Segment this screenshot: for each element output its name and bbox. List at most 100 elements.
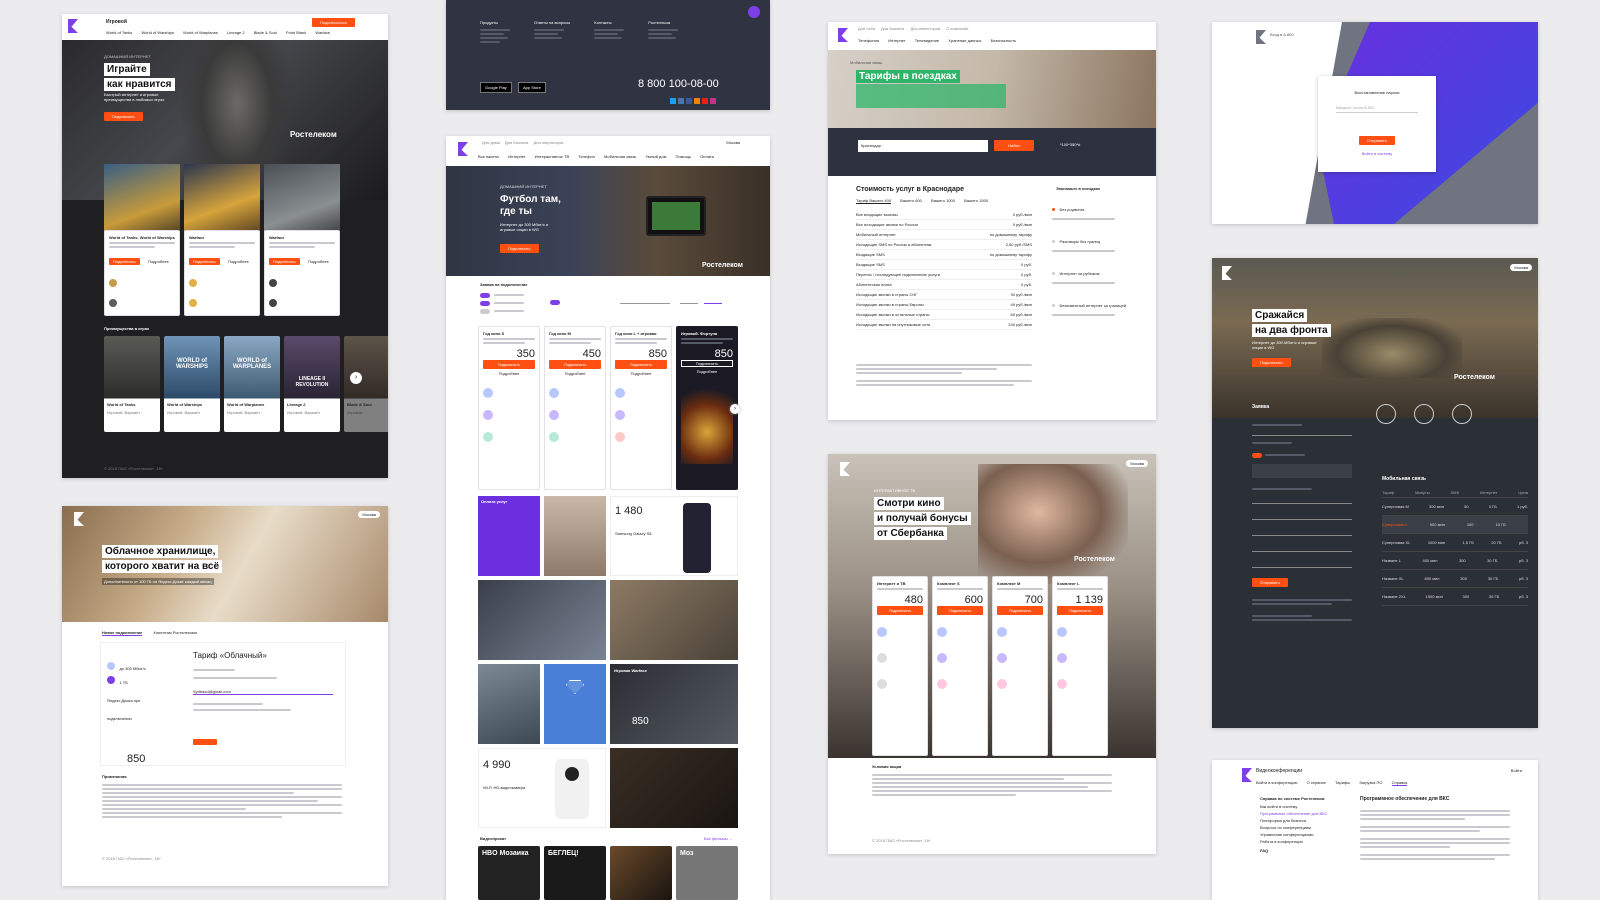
toggle-switch[interactable] [550,300,560,305]
game-offer-button[interactable]: Подключить [109,258,140,265]
game-offer-more-link[interactable]: Подробнее [148,259,169,264]
region-badge[interactable]: Москва [1126,460,1148,467]
rostelecom-logo-icon[interactable] [838,28,848,42]
main-nav-item[interactable]: Мобильная связь [604,154,636,159]
main-nav-item[interactable]: Умный дом [646,154,667,159]
email-field[interactable]: Sydbasd@gmail.com [193,689,333,695]
ok-icon[interactable] [694,98,700,104]
tanks-submit-button[interactable]: Отправить [1252,578,1288,587]
tariff-tab[interactable]: Тариф Вашего 400 [856,198,892,204]
tab-new-connection[interactable]: Новое подключение [102,630,143,636]
youtube-icon[interactable] [702,98,708,104]
address-field[interactable] [620,296,670,304]
city-search-input[interactable]: Краснодар [858,140,988,152]
kino-connect-button[interactable]: Подключить [1057,606,1103,615]
video-poster[interactable] [610,846,672,900]
advantage-poster[interactable]: WORLD of WARSHIPS World of Warships Игро… [164,336,220,432]
topnav-item[interactable]: Для инвесторов [910,26,940,31]
kino-connect-button[interactable]: Подключить [937,606,983,615]
mobile-table-row-selected[interactable]: Суперновая L 500 мин 100 10 ГБ [1382,516,1528,534]
instagram-icon[interactable] [710,98,716,104]
side-item[interactable]: Безлимитный интернет за границей [1059,303,1126,308]
tariff-more-link[interactable]: Подробнее [549,371,601,376]
travel-nav-item[interactable]: Интернет [888,38,905,43]
tariff-select[interactable] [1252,430,1352,436]
region-badge[interactable]: Москва [358,511,380,518]
tile-hand-phone[interactable] [478,580,606,660]
date-field[interactable] [1252,562,1352,568]
toggle-switch[interactable] [480,300,490,306]
app-store-badge[interactable]: App Store [518,82,546,93]
google-play-badge[interactable]: Google Play [480,82,512,93]
vks-nav-item[interactable]: Войти в конференцию [1256,780,1297,785]
rostelecom-logo-icon[interactable] [68,19,78,33]
video-all-link[interactable]: Все фильмы → [704,836,733,841]
main-hero-button[interactable]: Подключить [500,244,539,253]
tile-room[interactable] [610,580,738,660]
games-nav-item[interactable]: Lineage 2 [227,30,245,35]
tile-child-photo[interactable] [544,496,606,576]
tariff-more-link[interactable]: Подробнее [681,369,733,374]
main-nav-item[interactable]: Интернет [508,154,525,159]
video-poster[interactable]: Моз [676,846,738,900]
vk-icon[interactable] [678,98,684,104]
email-field[interactable] [1252,530,1352,536]
tariff-tab[interactable]: Вашего 1500 [964,198,988,203]
vks-side-item[interactable]: Платформа для бизнеса [1260,818,1346,823]
topnav-item[interactable]: Для бизнеса [505,140,528,145]
travel-nav-item[interactable]: Безопасность [991,38,1017,43]
vks-login-link[interactable]: Войти [1511,768,1522,773]
games-nav-item[interactable]: Point Blank [286,30,306,35]
main-nav-item[interactable]: Телефон [578,154,595,159]
tanks-hero-button[interactable]: Подключить [1252,358,1291,367]
games-nav-item[interactable]: Blade & Soul [254,30,277,35]
rostelecom-logo-icon[interactable] [1222,266,1232,280]
phone-field[interactable] [1252,514,1352,520]
game-offer-more-link[interactable]: Подробнее [308,259,329,264]
game-offer-button[interactable]: Подключить [269,258,300,265]
mobile-table-row[interactable]: Суперновая M 300 мин 50 3 ГБ 1 руб. [1382,498,1528,516]
topnav-item[interactable]: Для операторов [533,140,563,145]
games-connect-button[interactable]: Подключиться [312,18,355,27]
vks-side-item[interactable]: Как войти в систему [1260,804,1346,809]
topnav-item[interactable]: Для дома [482,140,500,145]
vks-nav-item[interactable]: Тарифы [1335,780,1350,785]
mobile-table-row[interactable]: Суперновая XL 1000 мин 1,5 ГБ 20 ГБ рб. 3 [1382,534,1528,552]
tariff-more-link[interactable]: Подробнее [615,371,667,376]
topnav-item[interactable]: О компании [946,26,968,31]
game-offer-button[interactable]: Подключить [189,258,220,265]
mobile-table-row[interactable]: Назване L 400 мин 300 30 ГБ рб. 3 [1382,552,1528,570]
video-poster[interactable]: HBO Мозаика [478,846,540,900]
advantage-poster[interactable]: WORLD of WARPLANES World of Warplanes Иг… [224,336,280,432]
games-nav-item[interactable]: World of Tanks [106,30,132,35]
vks-side-item[interactable]: FAQ [1260,848,1346,853]
toggle-switch[interactable] [1252,452,1262,458]
tariff-connect-button[interactable]: Подключить [615,360,667,369]
games-hero-button[interactable]: Подключить [104,112,143,121]
game-offer-more-link[interactable]: Подробнее [228,259,249,264]
vks-nav-item[interactable]: О сервисе [1307,780,1326,785]
travel-nav-item[interactable]: Хранение данных [948,38,981,43]
side-item[interactable]: Без роуминга [1059,207,1084,212]
tile-keyboard[interactable] [610,748,738,828]
tab-existing-clients[interactable]: Клиентам Ростелекома [154,630,197,635]
tariff-connect-button[interactable]: Подключить [483,360,535,369]
side-item[interactable]: Разговоры без границ [1059,239,1100,244]
tile-person[interactable] [478,664,540,744]
facebook-icon[interactable] [686,98,692,104]
toggle-switch[interactable] [480,292,490,298]
mobile-table-row[interactable]: Назване XL 800 мин 300 30 ГБ рб. 3 [1382,570,1528,588]
tariff-more-link[interactable]: Подробнее [483,371,535,376]
address-field[interactable] [1252,546,1352,552]
twitter-icon[interactable] [670,98,676,104]
toggle-switch[interactable] [480,308,490,314]
tile-phone-offer[interactable]: 1 480 Samsung Galaxy S8 [610,496,738,576]
main-nav-item[interactable]: Помощь [676,154,691,159]
topnav-item[interactable]: Для себя [858,26,875,31]
flat-field[interactable] [704,296,722,304]
rostelecom-logo-icon[interactable] [840,462,850,476]
topnav-item[interactable]: Для бизнеса [881,26,904,31]
games-nav-item[interactable]: World of Warplanes [183,30,218,35]
kino-connect-button[interactable]: Подключить [997,606,1043,615]
login-input[interactable]: Введите логин 8-800 [1336,105,1418,113]
